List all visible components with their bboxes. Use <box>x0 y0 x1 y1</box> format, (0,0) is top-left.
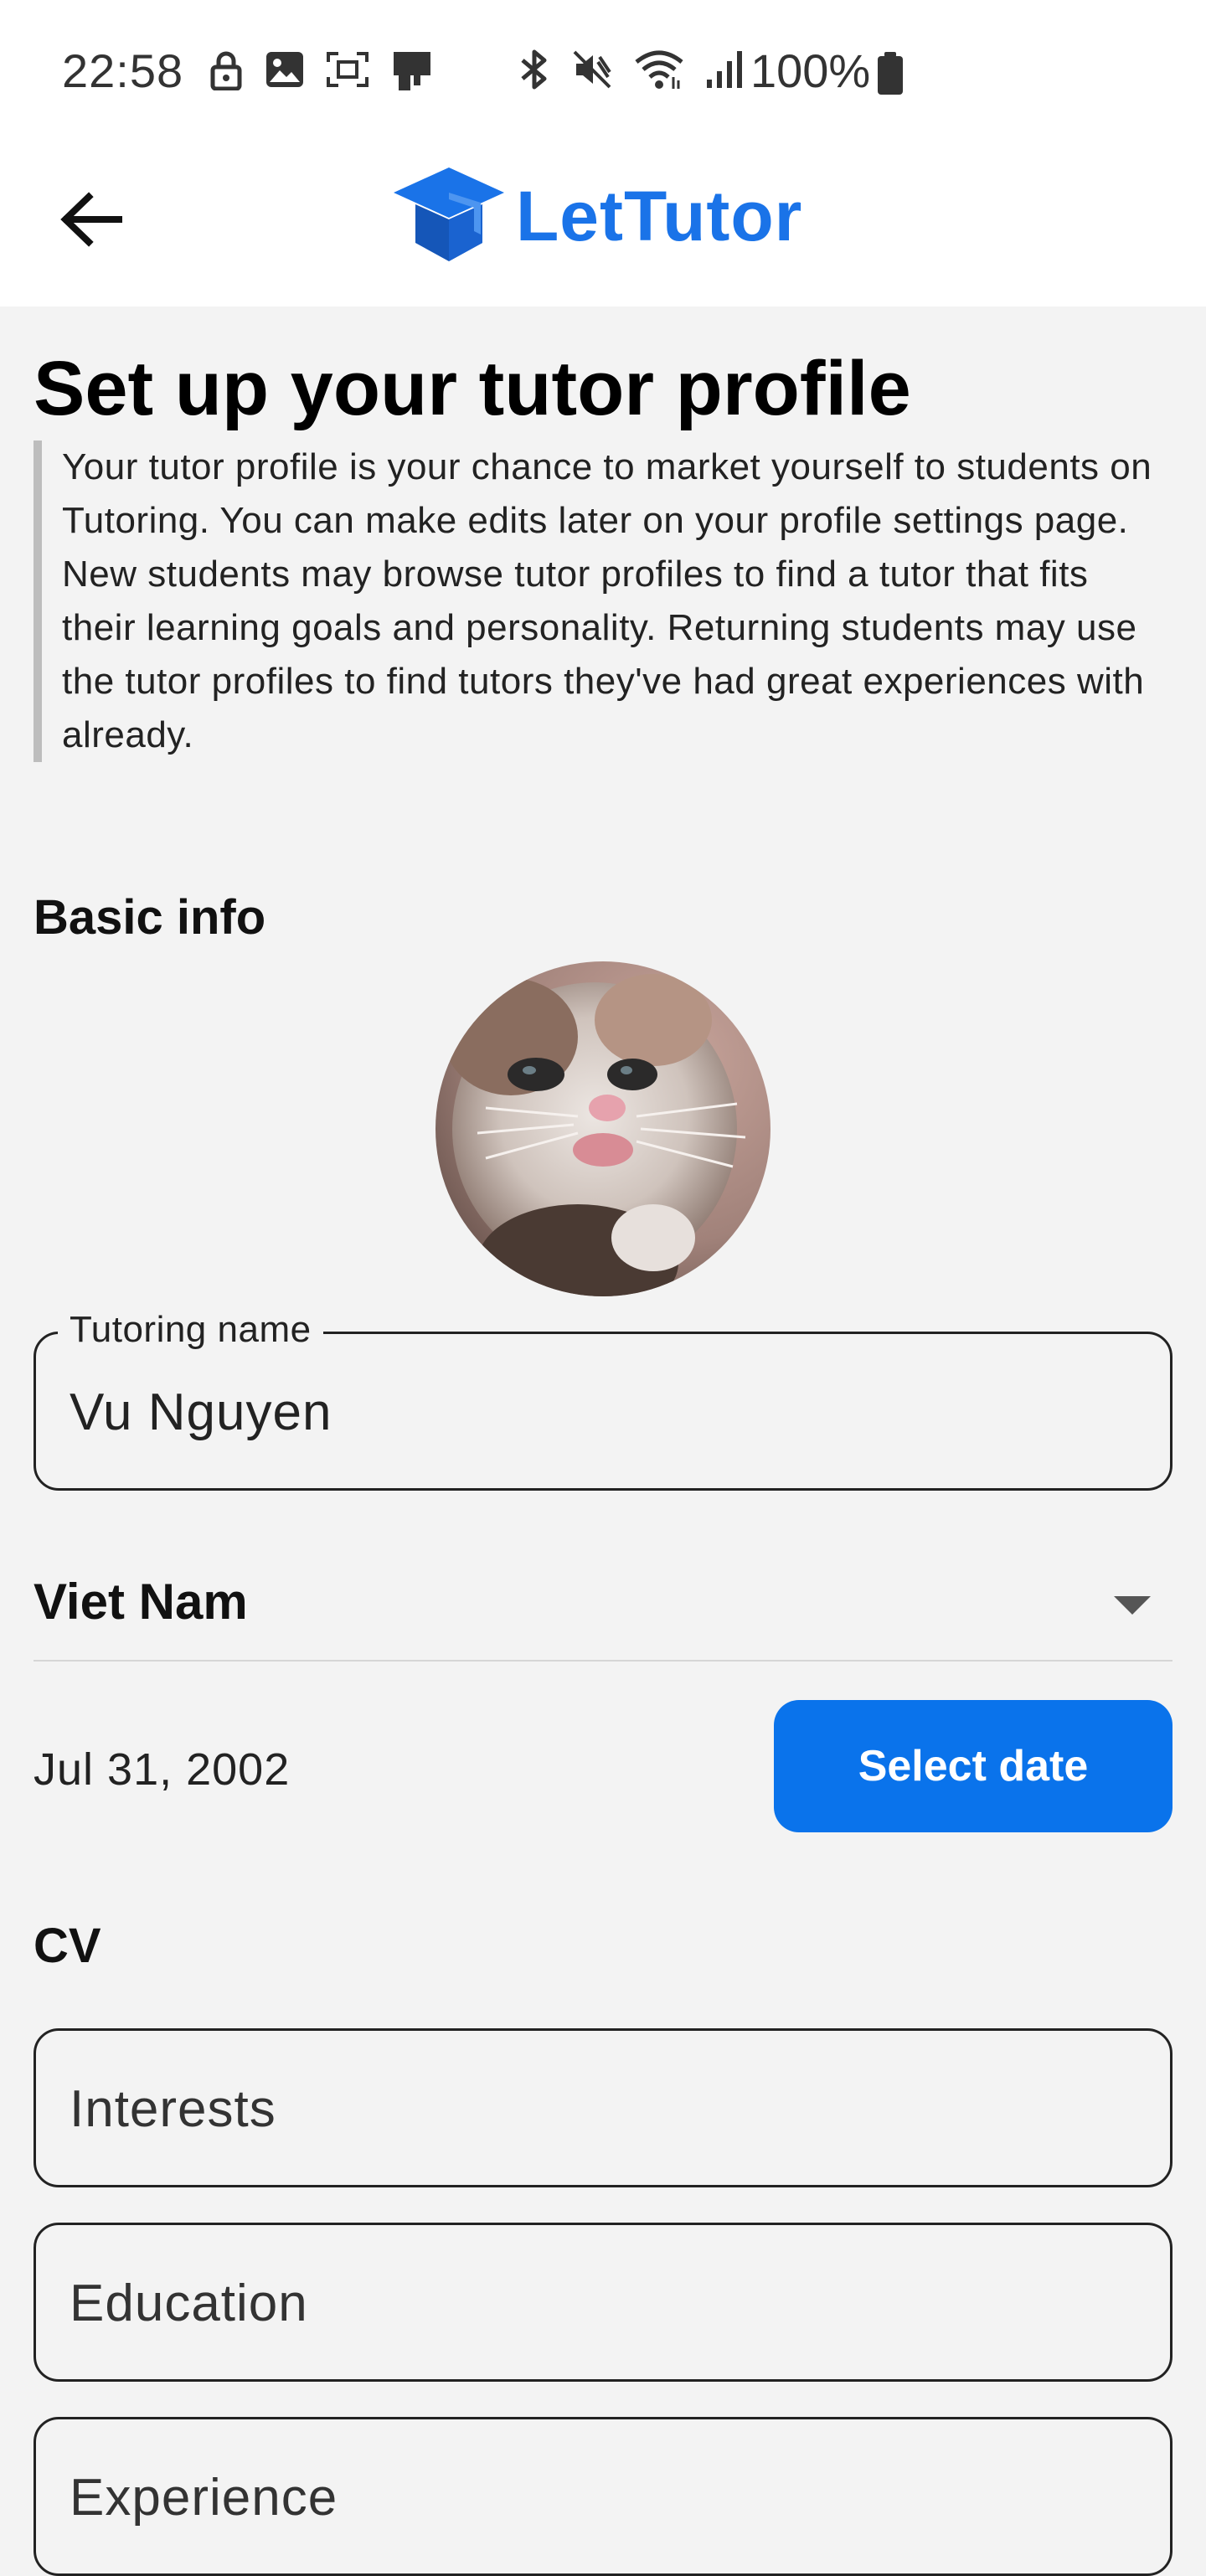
graduation-cap-icon <box>390 162 508 270</box>
experience-field[interactable]: Experience <box>34 2417 1172 2576</box>
country-dropdown[interactable]: Viet Nam <box>34 1559 1172 1662</box>
battery-icon <box>876 52 904 100</box>
intro-paragraph-2: New students may browse tutor profiles t… <box>62 554 1145 755</box>
tutoring-name-field[interactable]: Tutoring name Vu Nguyen <box>34 1309 1172 1491</box>
bluetooth-icon <box>518 49 551 95</box>
intro-quote: Your tutor profile is your chance to mar… <box>34 440 1172 762</box>
arrow-back-icon <box>60 191 124 251</box>
country-value: Viet Nam <box>34 1574 248 1630</box>
education-field[interactable]: Education <box>34 2223 1172 2382</box>
screenshot-icon <box>327 50 368 96</box>
back-button[interactable] <box>50 179 134 263</box>
intro-paragraph-1: Your tutor profile is your chance to mar… <box>62 446 1152 541</box>
tutoring-name-label: Tutoring name <box>58 1309 323 1351</box>
vibrate-mute-icon <box>571 49 613 95</box>
status-right-icons <box>518 49 744 95</box>
basic-info-heading: Basic info <box>34 890 266 945</box>
cv-heading: CV <box>34 1919 101 1973</box>
lock-icon <box>209 50 243 96</box>
interests-field[interactable]: Interests <box>34 2028 1172 2187</box>
interests-placeholder: Interests <box>70 2080 276 2138</box>
brand-name: LetTutor <box>516 177 803 255</box>
image-icon <box>265 50 305 96</box>
page-title: Set up your tutor profile <box>34 346 911 431</box>
avatar[interactable] <box>436 961 770 1296</box>
tutoring-name-value: Vu Nguyen <box>70 1383 332 1441</box>
app-bar: LetTutor <box>0 142 1206 307</box>
status-time: 22:58 <box>62 44 184 97</box>
status-bar: 22:58 100% <box>0 0 1206 142</box>
select-date-button[interactable]: Select date <box>774 1700 1172 1832</box>
experience-placeholder: Experience <box>70 2469 338 2527</box>
dropdown-arrow-icon <box>1114 1596 1151 1619</box>
battery-percentage: 100% <box>750 44 871 97</box>
signal-icon <box>705 49 744 94</box>
date-of-birth-value: Jul 31, 2002 <box>34 1744 291 1795</box>
education-placeholder: Education <box>70 2275 308 2332</box>
status-left-icons <box>209 50 434 96</box>
brand-logo: LetTutor <box>390 162 802 270</box>
wifi-icon <box>633 49 685 95</box>
cast-icon <box>390 50 434 96</box>
